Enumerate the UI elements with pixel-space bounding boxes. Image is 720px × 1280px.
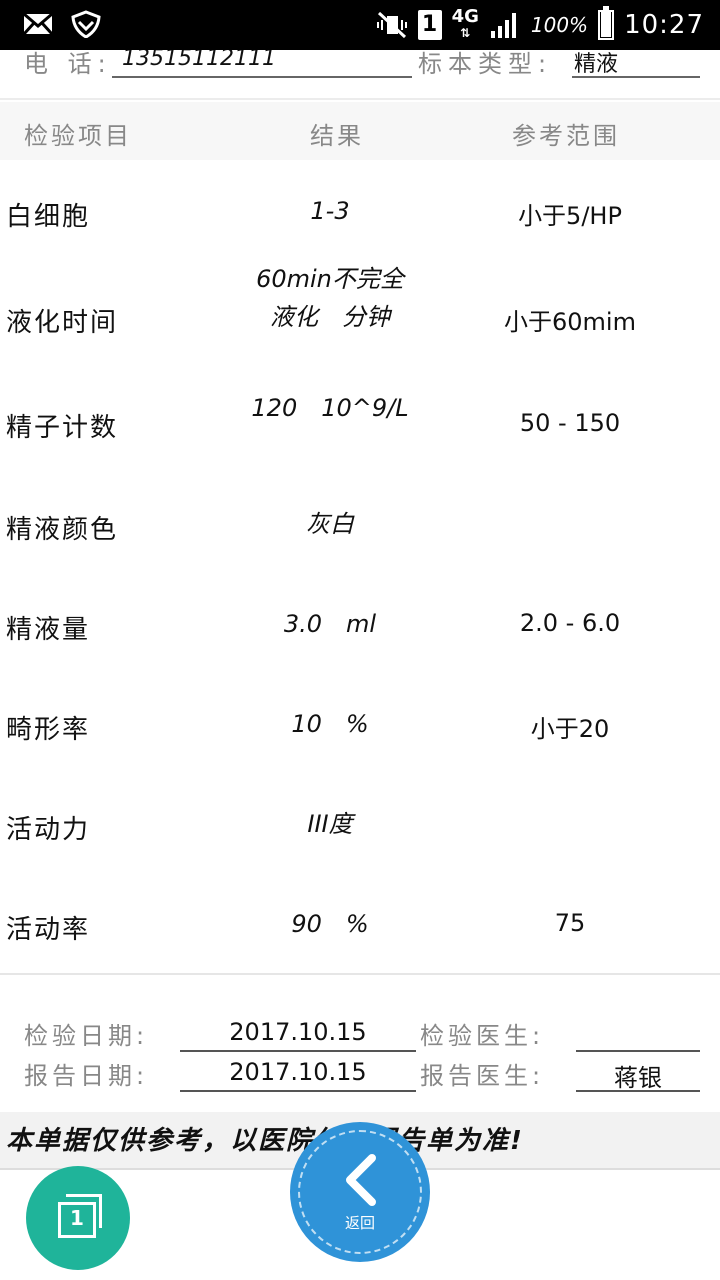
header-item: 检验项目 [24, 122, 132, 150]
item-result: 灰白 [306, 510, 354, 538]
item-name: 畸形率 [6, 715, 91, 745]
chevron-left-icon [346, 1154, 376, 1206]
page-count: 1 [70, 1206, 84, 1230]
test-date-label: 检验日期: [24, 1022, 149, 1050]
battery-percent: 100% [530, 13, 589, 37]
signal-icon [490, 13, 516, 38]
item-result: 90 % [291, 910, 369, 938]
table-row: 液化时间 60min不完全液化 分钟 小于60mim [0, 260, 720, 375]
test-doctor-label: 检验医生: [420, 1022, 545, 1050]
item-name: 白细胞 [6, 202, 91, 232]
test-date-underline [180, 1050, 416, 1052]
phone-value: 13515112111 [122, 50, 276, 71]
network-label: 4G [451, 6, 479, 27]
test-date-value: 2017.10.15 [229, 1018, 367, 1046]
vibrate-mute-icon [376, 11, 407, 39]
sample-type-underline [572, 76, 700, 78]
patient-info-strip: 电 话: 13515112111 标本类型: 精液 [0, 50, 720, 100]
table-row: 精子计数 120 10^9/L 50 - 150 [0, 375, 720, 475]
table-row: 白细胞 1-3 小于5/HP [0, 160, 720, 260]
network-type: 4G ⇅ [451, 6, 479, 41]
item-result: 10 % [291, 710, 369, 738]
report-date-value: 2017.10.15 [229, 1058, 367, 1086]
report-doctor-value: 蒋银 [614, 1064, 662, 1092]
item-reference: 小于20 [530, 715, 610, 743]
item-reference: 75 [554, 909, 586, 937]
phone-label: 电 话: [24, 50, 112, 78]
item-result: 60min不完全液化 分钟 [256, 265, 404, 331]
item-result: 3.0 ml [283, 610, 377, 638]
table-row: 活动率 90 % 75 [0, 875, 720, 975]
sample-type-label: 标本类型: [418, 50, 553, 78]
item-name: 活动力 [6, 815, 91, 845]
phone-underline [112, 76, 412, 78]
shield-icon [71, 10, 101, 38]
item-result: 1-3 [310, 197, 350, 225]
report-doctor-underline [576, 1090, 700, 1092]
item-name: 活动率 [6, 915, 91, 945]
item-result: 120 10^9/L [251, 394, 409, 422]
page-switch-button[interactable]: 1 [26, 1166, 130, 1270]
battery-fill [601, 11, 612, 37]
item-reference: 小于60mim [504, 308, 636, 336]
table-header: 检验项目 结果 参考范围 [0, 102, 720, 160]
disclaimer-text: 本单据仅供参考，以医院纸质报告单为准! [6, 1126, 524, 1156]
item-reference: 2.0 - 6.0 [519, 609, 621, 637]
item-name: 精子计数 [6, 413, 119, 443]
item-result: III度 [307, 810, 353, 838]
battery-icon [598, 6, 615, 40]
table-row: 精液颜色 灰白 [0, 475, 720, 575]
item-reference: 50 - 150 [519, 409, 621, 437]
table-row: 畸形率 10 % 小于20 [0, 675, 720, 775]
clock: 10:27 [624, 10, 704, 40]
header-result: 结果 [310, 122, 364, 150]
item-name: 精液颜色 [6, 515, 119, 545]
sim-slot-badge: 1 [417, 10, 442, 40]
table-row: 活动力 III度 [0, 775, 720, 875]
table-row: 精液量 3.0 ml 2.0 - 6.0 [0, 575, 720, 675]
report-doctor-label: 报告医生: [420, 1062, 545, 1090]
report-date-underline [180, 1090, 416, 1092]
test-doctor-underline [576, 1050, 700, 1052]
item-name: 液化时间 [6, 308, 119, 338]
sample-type-value: 精液 [574, 52, 619, 77]
status-bar: 1 4G ⇅ 100% 10:27 [0, 0, 720, 50]
mail-icon [22, 12, 54, 36]
report-date-label: 报告日期: [24, 1062, 149, 1090]
item-reference: 小于5/HP [518, 202, 622, 230]
section-divider [0, 973, 720, 975]
item-name: 精液量 [6, 615, 91, 645]
header-reference: 参考范围 [512, 122, 620, 150]
data-arrows-icon: ⇅ [460, 26, 471, 40]
back-button-label: 返回 [344, 1214, 375, 1232]
back-button[interactable]: 返回 [290, 1122, 430, 1262]
